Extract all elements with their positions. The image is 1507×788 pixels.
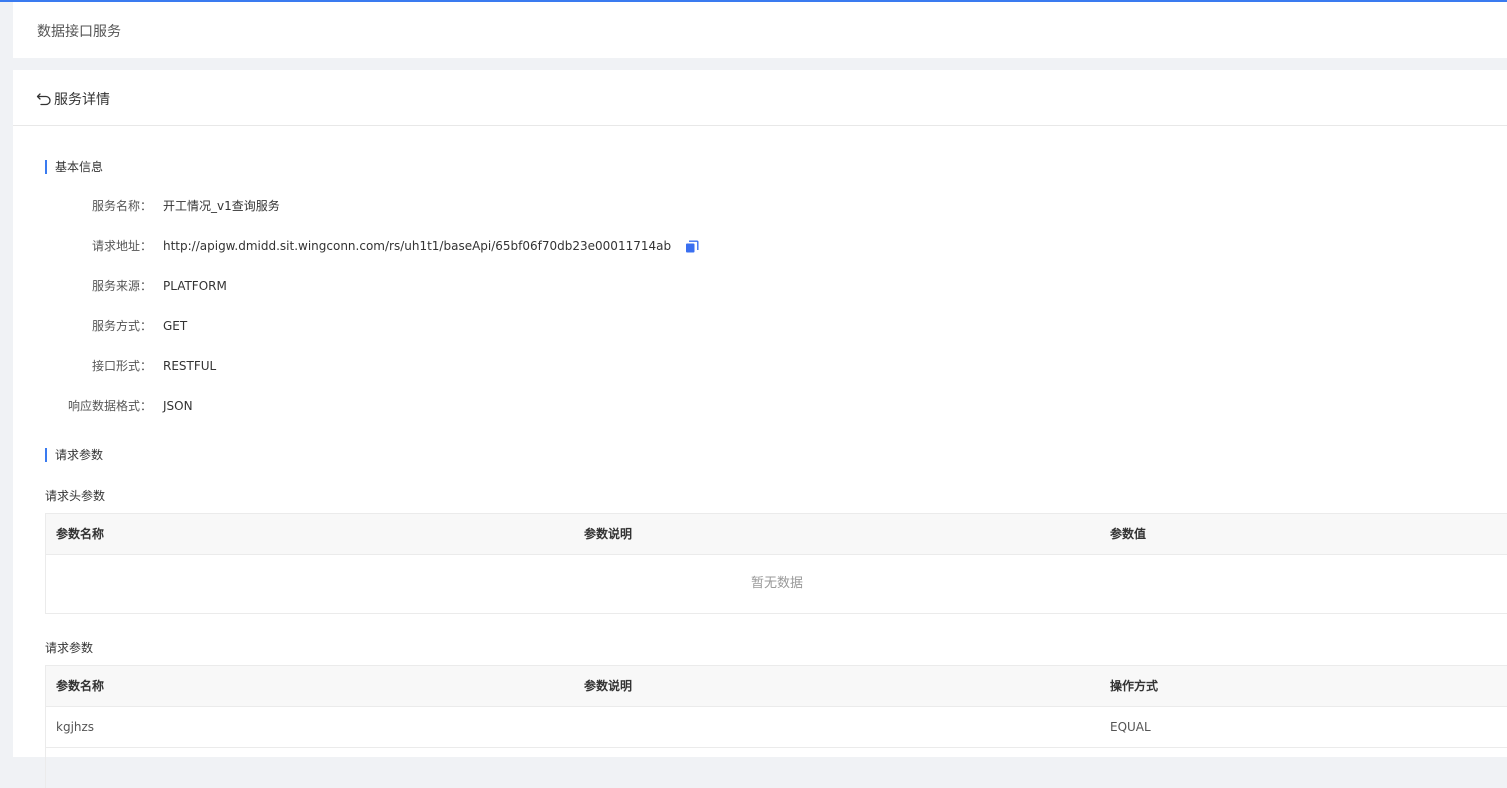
info-row-service-method: 服务方式： GET bbox=[13, 316, 1013, 336]
query-params-table: 参数名称 参数说明 操作方式 kgjhzs EQUAL bbox=[45, 665, 1507, 788]
copy-icon[interactable] bbox=[685, 240, 699, 254]
table-row bbox=[46, 748, 1507, 788]
info-value: JSON bbox=[163, 399, 193, 413]
column-header: 参数说明 bbox=[584, 527, 633, 541]
header-params-table: 参数名称 参数说明 参数值 暂无数据 bbox=[45, 513, 1507, 614]
table-header: 参数名称 参数说明 参数值 bbox=[46, 514, 1507, 555]
info-value: GET bbox=[163, 319, 188, 333]
column-header: 参数名称 bbox=[56, 679, 105, 693]
info-label: 服务来源： bbox=[91, 279, 152, 293]
column-header: 参数名称 bbox=[56, 527, 105, 541]
request-url: http://apigw.dmidd.sit.wingconn.com/rs/u… bbox=[163, 239, 672, 253]
info-value: 开工情况_v1查询服务 bbox=[163, 199, 280, 213]
info-label: 请求地址： bbox=[91, 239, 152, 253]
empty-state: 暂无数据 bbox=[750, 576, 803, 591]
section-basic-info: 基本信息 bbox=[45, 160, 103, 174]
info-row-request-url: 请求地址： http://apigw.dmidd.sit.wingconn.co… bbox=[13, 236, 1413, 256]
param-op-cell: EQUAL bbox=[1110, 720, 1151, 734]
column-header: 参数值 bbox=[1110, 527, 1147, 541]
detail-title: 服务详情 bbox=[54, 92, 110, 108]
info-label: 服务方式： bbox=[91, 319, 152, 333]
info-label: 服务名称： bbox=[91, 199, 152, 213]
info-row-interface-form: 接口形式： RESTFUL bbox=[13, 356, 1013, 376]
detail-header: 服务详情 bbox=[13, 70, 1507, 126]
detail-card: 服务详情 基本信息 服务名称： 开工情况_v1查询服务 请求地址： http:/… bbox=[13, 70, 1507, 788]
back-icon[interactable] bbox=[36, 90, 52, 106]
column-header: 操作方式 bbox=[1110, 679, 1159, 693]
info-value: PLATFORM bbox=[163, 279, 227, 293]
info-label: 响应数据格式： bbox=[67, 399, 152, 413]
column-header: 参数说明 bbox=[584, 679, 633, 693]
param-name-cell: kgjhzs bbox=[56, 720, 95, 734]
table-row: kgjhzs EQUAL bbox=[46, 707, 1507, 748]
info-row-service-source: 服务来源： PLATFORM bbox=[13, 276, 1013, 296]
info-row-response-format: 响应数据格式： JSON bbox=[13, 396, 1013, 416]
table-header: 参数名称 参数说明 操作方式 bbox=[46, 666, 1507, 707]
page-title: 数据接口服务 bbox=[37, 24, 121, 40]
info-label: 接口形式： bbox=[91, 359, 152, 373]
header-params-title: 请求头参数 bbox=[45, 489, 106, 503]
info-value-wrap: http://apigw.dmidd.sit.wingconn.com/rs/u… bbox=[163, 236, 699, 256]
info-value: RESTFUL bbox=[163, 359, 217, 373]
info-row-service-name: 服务名称： 开工情况_v1查询服务 bbox=[13, 196, 1013, 216]
query-params-title: 请求参数 bbox=[45, 641, 94, 655]
page-header: 数据接口服务 bbox=[13, 2, 1507, 58]
section-request-params: 请求参数 bbox=[45, 448, 103, 462]
